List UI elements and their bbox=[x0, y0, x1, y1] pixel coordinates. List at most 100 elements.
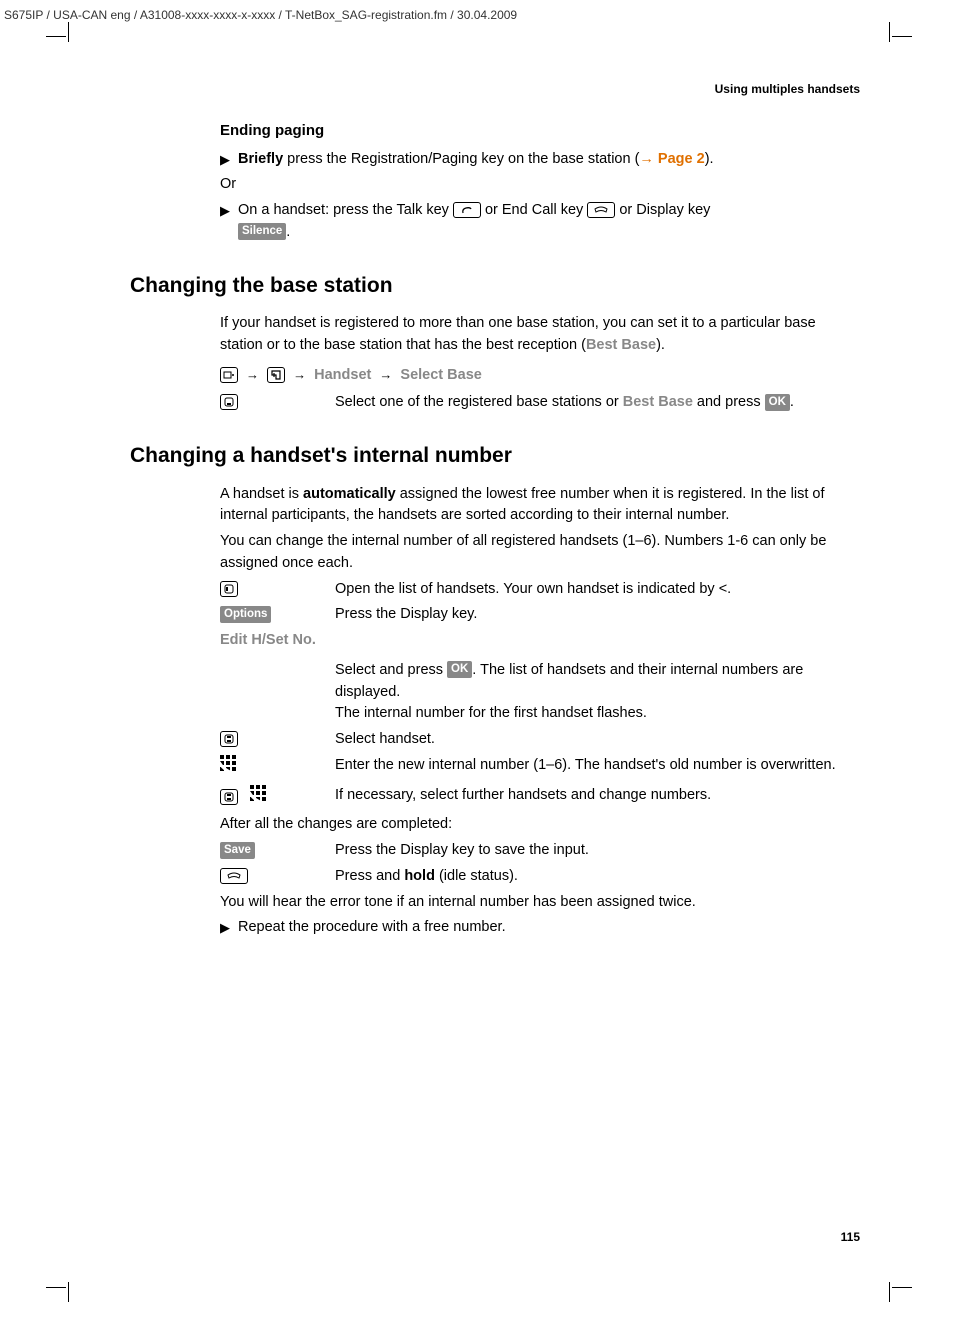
key-icon-cell: Options bbox=[220, 604, 335, 626]
menu-path: → → Handset → Select Base bbox=[220, 365, 850, 387]
key-icon-cell bbox=[220, 755, 335, 781]
down-select-key-icon bbox=[220, 394, 238, 410]
paragraph: After all the changes are completed: bbox=[220, 814, 850, 836]
bullet-text: Briefly press the Registration/Paging ke… bbox=[238, 149, 850, 171]
silence-softkey: Silence bbox=[238, 223, 286, 240]
page-content: Ending paging ▶ Briefly press the Regist… bbox=[130, 120, 850, 943]
instruction-text: Press the Display key to save the input. bbox=[335, 840, 850, 862]
instruction-text: If necessary, select further handsets an… bbox=[335, 785, 850, 807]
instruction-text: Select one of the registered base statio… bbox=[335, 392, 850, 414]
updown-key-icon bbox=[220, 731, 238, 747]
ok-softkey: OK bbox=[765, 394, 790, 411]
settings-key-icon bbox=[267, 367, 285, 383]
end-call-key-icon bbox=[587, 202, 615, 218]
crop-mark bbox=[46, 1287, 66, 1288]
crop-mark bbox=[892, 1287, 912, 1288]
save-softkey: Save bbox=[220, 842, 255, 859]
instruction-row: Options Press the Display key. bbox=[220, 604, 850, 626]
bullet-item: ▶ Repeat the procedure with a free numbe… bbox=[220, 917, 850, 939]
text: ). bbox=[656, 337, 665, 353]
instruction-row: Select handset. bbox=[220, 729, 850, 751]
changing-number-heading: Changing a handset's internal number bbox=[130, 440, 850, 472]
instruction-text: Select and press OK. The list of handset… bbox=[335, 660, 850, 725]
text: Select and press bbox=[335, 662, 447, 678]
key-icon-cell bbox=[220, 785, 335, 811]
crop-mark bbox=[68, 1282, 69, 1302]
paragraph: You will hear the error tone if an inter… bbox=[220, 892, 850, 914]
text: . bbox=[286, 224, 290, 240]
keypad-icon bbox=[220, 755, 238, 781]
bullet-triangle-icon: ▶ bbox=[220, 917, 238, 938]
instruction-row: Select and press OK. The list of handset… bbox=[220, 660, 850, 725]
text: A handset is bbox=[220, 486, 303, 502]
ui-term: Best Base bbox=[623, 394, 693, 410]
paragraph: You can change the internal number of al… bbox=[220, 531, 850, 575]
crop-mark bbox=[889, 22, 890, 42]
text-bold: Briefly bbox=[238, 151, 283, 167]
instruction-text: Select handset. bbox=[335, 729, 850, 751]
instruction-text: Press the Display key. bbox=[335, 604, 850, 626]
instruction-text: Press and hold (idle status). bbox=[335, 866, 850, 888]
text: On a handset: press the Talk key bbox=[238, 202, 453, 218]
instruction-row: Open the list of handsets. Your own hand… bbox=[220, 579, 850, 601]
page-ref-link[interactable]: → Page 2 bbox=[639, 151, 704, 167]
instruction-text: Open the list of handsets. Your own hand… bbox=[335, 579, 850, 601]
bullet-item: ▶ Briefly press the Registration/Paging … bbox=[220, 149, 850, 171]
arrow-icon: → bbox=[246, 365, 259, 385]
menu-item-label: Edit H/Set No. bbox=[220, 630, 850, 652]
text: Select one of the registered base statio… bbox=[335, 394, 623, 410]
text-bold: hold bbox=[404, 868, 435, 884]
key-icon-cell bbox=[220, 579, 335, 601]
section-header: Using multiples handsets bbox=[715, 80, 860, 98]
ui-term: Best Base bbox=[586, 337, 656, 353]
instruction-row: Save Press the Display key to save the i… bbox=[220, 840, 850, 862]
crop-mark bbox=[46, 36, 66, 37]
key-icon-cell bbox=[220, 729, 335, 751]
crop-mark bbox=[889, 1282, 890, 1302]
bullet-triangle-icon: ▶ bbox=[220, 149, 238, 170]
instruction-row: Enter the new internal number (1–6). The… bbox=[220, 755, 850, 781]
text: press the Registration/Paging key on the… bbox=[283, 151, 639, 167]
text: or End Call key bbox=[485, 202, 587, 218]
menu-item: Select Base bbox=[400, 367, 481, 383]
text: The internal number for the first handse… bbox=[335, 705, 647, 721]
key-icon-cell: Save bbox=[220, 840, 335, 862]
page-number: 115 bbox=[841, 1228, 860, 1246]
instruction-row: Press and hold (idle status). bbox=[220, 866, 850, 888]
instruction-text: Enter the new internal number (1–6). The… bbox=[335, 755, 850, 777]
menu-key-icon bbox=[220, 367, 238, 383]
ending-paging-heading: Ending paging bbox=[220, 120, 850, 143]
crop-mark bbox=[68, 22, 69, 42]
text-bold: automatically bbox=[303, 486, 396, 502]
bullet-item: ▶ On a handset: press the Talk key or En… bbox=[220, 200, 850, 244]
crop-mark bbox=[892, 36, 912, 37]
paragraph: If your handset is registered to more th… bbox=[220, 313, 850, 357]
left-key-icon bbox=[220, 581, 238, 597]
instruction-row: If necessary, select further handsets an… bbox=[220, 785, 850, 811]
paragraph: A handset is automatically assigned the … bbox=[220, 484, 850, 528]
text: and press bbox=[693, 394, 765, 410]
bullet-text: Repeat the procedure with a free number. bbox=[238, 917, 850, 939]
bullet-text: On a handset: press the Talk key or End … bbox=[238, 200, 850, 244]
text: If your handset is registered to more th… bbox=[220, 315, 816, 353]
end-call-key-icon bbox=[220, 868, 248, 884]
keypad-icon bbox=[250, 785, 268, 811]
text: ). bbox=[705, 151, 714, 167]
or-text: Or bbox=[220, 174, 850, 196]
text: Press and bbox=[335, 868, 404, 884]
ok-softkey: OK bbox=[447, 661, 472, 678]
updown-key-icon bbox=[220, 789, 238, 805]
talk-key-icon bbox=[453, 202, 481, 218]
options-softkey: Options bbox=[220, 606, 271, 623]
doc-header-path: S675IP / USA-CAN eng / A31008-xxxx-xxxx-… bbox=[4, 6, 517, 24]
menu-item: Handset bbox=[314, 367, 371, 383]
key-icon-cell bbox=[220, 866, 335, 888]
version-text: Version 8, 03.09.2008 bbox=[0, 1207, 2, 1314]
key-icon-cell bbox=[220, 392, 335, 414]
arrow-icon: → bbox=[379, 365, 392, 385]
text: or Display key bbox=[619, 202, 710, 218]
changing-base-heading: Changing the base station bbox=[130, 270, 850, 302]
instruction-row: Select one of the registered base statio… bbox=[220, 392, 850, 414]
arrow-icon: → bbox=[293, 365, 306, 385]
page-ref-text: Page 2 bbox=[654, 151, 705, 167]
